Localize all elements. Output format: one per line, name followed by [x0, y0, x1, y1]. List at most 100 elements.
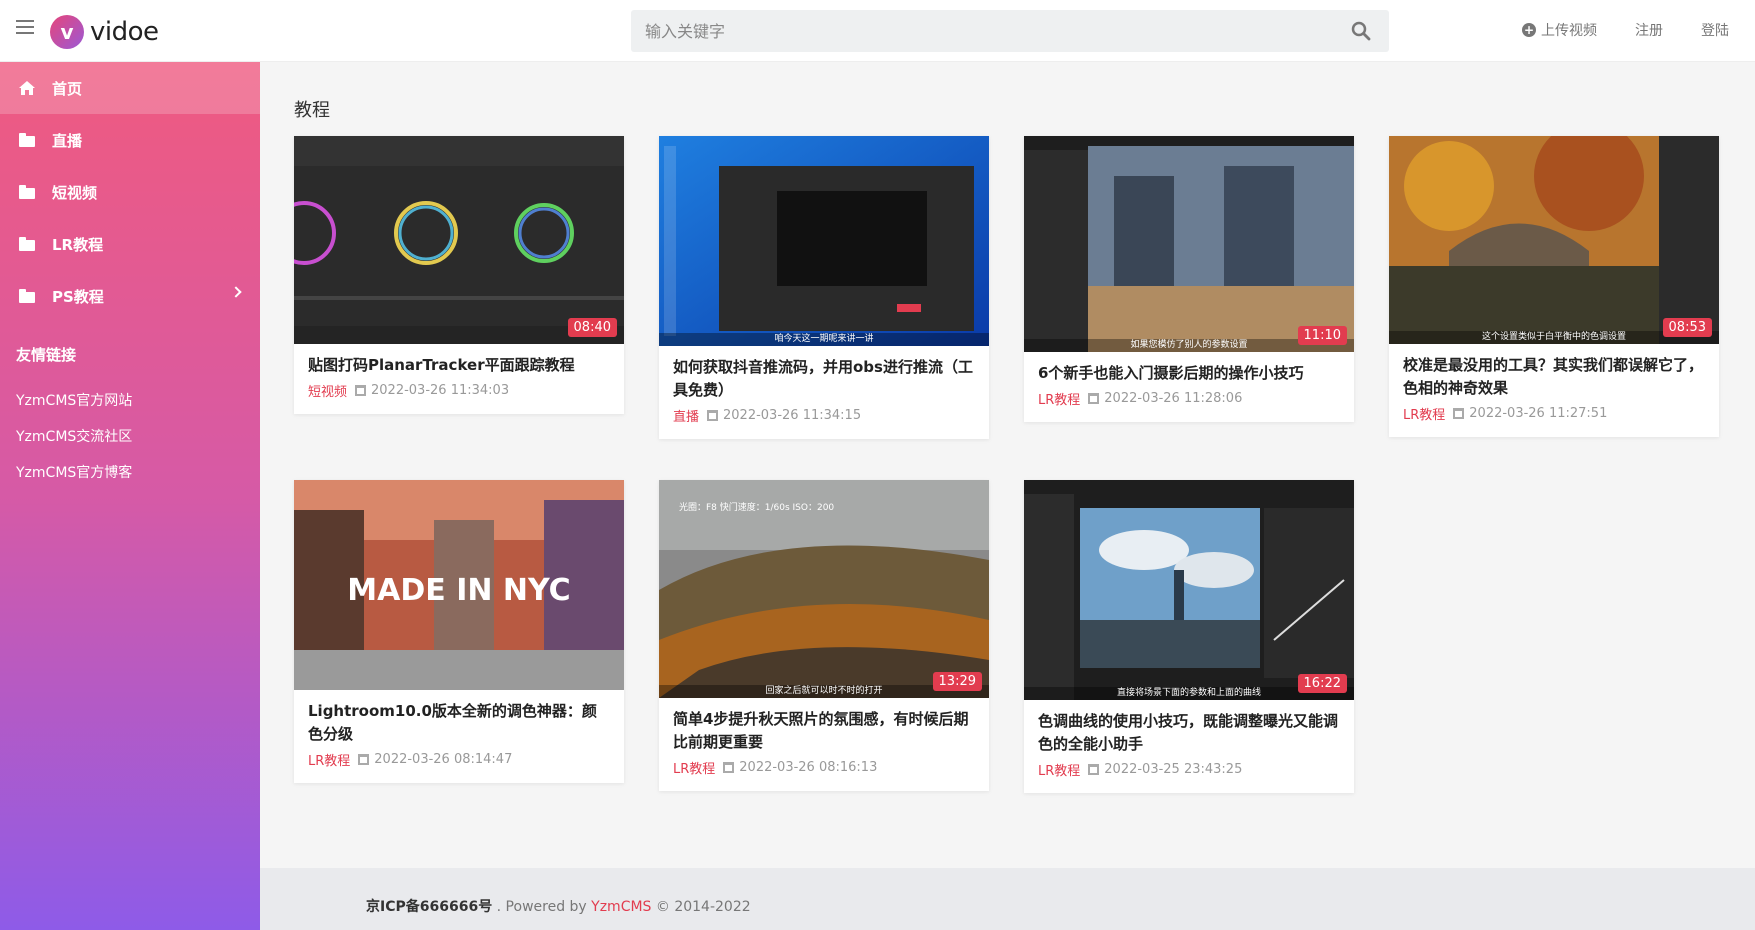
- video-title[interactable]: 如何获取抖音推流码，并用obs进行推流（工具免费）: [659, 346, 989, 402]
- folder-icon: [18, 132, 36, 148]
- thumbnail-overlay-text: 光圈：F8 快门速度：1/60s ISO：200: [679, 501, 834, 513]
- calendar-icon: [355, 385, 367, 396]
- video-title[interactable]: Lightroom10.0版本全新的调色神器：颜色分级: [294, 690, 624, 746]
- chevron-right-icon: [230, 286, 242, 298]
- duration-badge: 16:22: [1297, 674, 1347, 693]
- video-card[interactable]: 咱今天这一期呢来讲一讲 如何获取抖音推流码，并用obs进行推流（工具免费） 直播…: [659, 136, 989, 439]
- friend-links: YzmCMS官方网站 YzmCMS交流社区 YzmCMS官方博客: [0, 383, 260, 491]
- sidebar-item-home[interactable]: 首页: [0, 62, 260, 114]
- thumbnail-image: MADE IN NYC: [294, 480, 624, 690]
- duration-badge: 08:40: [567, 318, 617, 337]
- video-date: 2022-03-25 23:43:25: [1104, 762, 1243, 777]
- video-card[interactable]: 直接将场景下面的参数和上面的曲线 16:22 色调曲线的使用小技巧，既能调整曝光…: [1024, 480, 1354, 793]
- sidebar-item-label: 直播: [52, 131, 83, 150]
- folder-icon: [18, 236, 36, 252]
- video-category[interactable]: LR教程: [673, 758, 715, 777]
- friend-link[interactable]: YzmCMS交流社区: [0, 419, 260, 455]
- calendar-icon: [1088, 393, 1100, 404]
- plus-circle-icon: +: [1522, 23, 1536, 37]
- thumbnail-image: [1024, 480, 1354, 700]
- video-card[interactable]: 如果您模仿了别人的参数设置 11:10 6个新手也能入门摄影后期的操作小技巧 L…: [1024, 136, 1354, 422]
- menu-icon[interactable]: [16, 20, 34, 40]
- search-icon[interactable]: [1351, 21, 1371, 41]
- video-date: 2022-03-26 08:14:47: [374, 752, 513, 767]
- upload-label: 上传视频: [1541, 23, 1597, 39]
- calendar-icon: [707, 410, 719, 421]
- duration-badge: 08:53: [1662, 318, 1712, 337]
- video-date: 2022-03-26 11:28:06: [1104, 391, 1243, 406]
- calendar-icon: [358, 754, 370, 765]
- video-title[interactable]: 简单4步提升秋天照片的氛围感，有时候后期比前期更重要: [659, 698, 989, 754]
- sidebar-item-label: 短视频: [52, 183, 98, 202]
- powered-by: . Powered by: [492, 899, 592, 915]
- video-category[interactable]: LR教程: [308, 750, 350, 769]
- header-actions: + 上传视频 注册 登陆: [1484, 20, 1729, 40]
- upload-button[interactable]: + 上传视频: [1522, 20, 1597, 40]
- copyright: © 2014-2022: [651, 899, 751, 915]
- footer-text: 京ICP备666666号 . Powered by YzmCMS © 2014-…: [366, 896, 751, 916]
- video-card[interactable]: 这个设置类似于白平衡中的色调设置 08:53 校准是最没用的工具？其实我们都误解…: [1389, 136, 1719, 437]
- video-meta: LR教程 2022-03-26 08:16:13: [659, 754, 989, 791]
- friend-link[interactable]: YzmCMS官方博客: [0, 455, 260, 491]
- icp-number[interactable]: 京ICP备666666号: [366, 899, 492, 915]
- video-meta: 直播 2022-03-26 11:34:15: [659, 402, 989, 439]
- video-card[interactable]: 光圈：F8 快门速度：1/60s ISO：200 回家之后就可以时不时的打开 1…: [659, 480, 989, 791]
- sidebar-item-label: 首页: [52, 79, 83, 98]
- video-date: 2022-03-26 08:16:13: [739, 760, 878, 775]
- video-thumbnail[interactable]: 咱今天这一期呢来讲一讲: [659, 136, 989, 346]
- duration-badge: 11:10: [1297, 326, 1347, 345]
- video-title[interactable]: 贴图打码PlanarTracker平面跟踪教程: [294, 344, 624, 377]
- login-link[interactable]: 登陆: [1701, 20, 1729, 40]
- logo[interactable]: v vidoe: [50, 15, 159, 49]
- video-category[interactable]: LR教程: [1038, 389, 1080, 408]
- sidebar: 首页 直播 短视频 LR教程 PS教程 友情链接 YzmCMS官方网站 YzmC…: [0, 62, 260, 930]
- section-title: 教程: [294, 100, 330, 121]
- search-input[interactable]: [631, 10, 1331, 52]
- logo-mark: v: [50, 15, 84, 49]
- folder-icon: [18, 288, 36, 304]
- video-meta: LR教程 2022-03-26 11:27:51: [1389, 400, 1719, 437]
- thumbnail-image: [1024, 136, 1354, 352]
- video-card[interactable]: MADE IN NYC Lightroom10.0版本全新的调色神器：颜色分级 …: [294, 480, 624, 783]
- video-meta: 短视频 2022-03-26 11:34:03: [294, 377, 624, 414]
- video-category[interactable]: 直播: [673, 406, 699, 425]
- search-box: [631, 10, 1389, 52]
- video-category[interactable]: LR教程: [1403, 404, 1445, 423]
- video-thumbnail[interactable]: 08:40: [294, 136, 624, 344]
- video-thumbnail[interactable]: MADE IN NYC: [294, 480, 624, 690]
- brand-link[interactable]: YzmCMS: [591, 899, 651, 915]
- sidebar-item-ps[interactable]: PS教程: [0, 270, 260, 322]
- calendar-icon: [1453, 408, 1465, 419]
- thumbnail-image: [294, 136, 624, 344]
- friend-links-title: 友情链接: [16, 346, 77, 364]
- sidebar-item-short-video[interactable]: 短视频: [0, 166, 260, 218]
- footer: 京ICP备666666号 . Powered by YzmCMS © 2014-…: [260, 868, 1755, 930]
- video-category[interactable]: LR教程: [1038, 760, 1080, 779]
- sidebar-item-label: LR教程: [52, 235, 104, 254]
- video-category[interactable]: 短视频: [308, 381, 347, 400]
- video-date: 2022-03-26 11:34:15: [723, 408, 862, 423]
- sidebar-item-label: PS教程: [52, 287, 104, 306]
- video-title[interactable]: 6个新手也能入门摄影后期的操作小技巧: [1024, 352, 1354, 385]
- video-thumbnail[interactable]: 这个设置类似于白平衡中的色调设置 08:53: [1389, 136, 1719, 344]
- video-thumbnail[interactable]: 如果您模仿了别人的参数设置 11:10: [1024, 136, 1354, 352]
- top-bar: v vidoe + 上传视频 注册 登陆: [0, 0, 1755, 62]
- video-title[interactable]: 色调曲线的使用小技巧，既能调整曝光又能调色的全能小助手: [1024, 700, 1354, 756]
- video-card[interactable]: 08:40 贴图打码PlanarTracker平面跟踪教程 短视频 2022-0…: [294, 136, 624, 414]
- video-date: 2022-03-26 11:27:51: [1469, 406, 1608, 421]
- video-thumbnail[interactable]: 直接将场景下面的参数和上面的曲线 16:22: [1024, 480, 1354, 700]
- calendar-icon: [723, 762, 735, 773]
- video-meta: LR教程 2022-03-26 11:28:06: [1024, 385, 1354, 422]
- friend-link[interactable]: YzmCMS官方网站: [0, 383, 260, 419]
- video-thumbnail[interactable]: 光圈：F8 快门速度：1/60s ISO：200 回家之后就可以时不时的打开 1…: [659, 480, 989, 698]
- logo-text: vidoe: [90, 17, 159, 47]
- video-date: 2022-03-26 11:34:03: [371, 383, 510, 398]
- calendar-icon: [1088, 764, 1100, 775]
- register-link[interactable]: 注册: [1635, 20, 1663, 40]
- video-title[interactable]: 校准是最没用的工具？其实我们都误解它了，色相的神奇效果: [1389, 344, 1719, 400]
- folder-icon: [18, 184, 36, 200]
- video-caption: 咱今天这一期呢来讲一讲: [659, 333, 989, 346]
- home-icon: [19, 81, 35, 95]
- sidebar-item-lr[interactable]: LR教程: [0, 218, 260, 270]
- sidebar-item-live[interactable]: 直播: [0, 114, 260, 166]
